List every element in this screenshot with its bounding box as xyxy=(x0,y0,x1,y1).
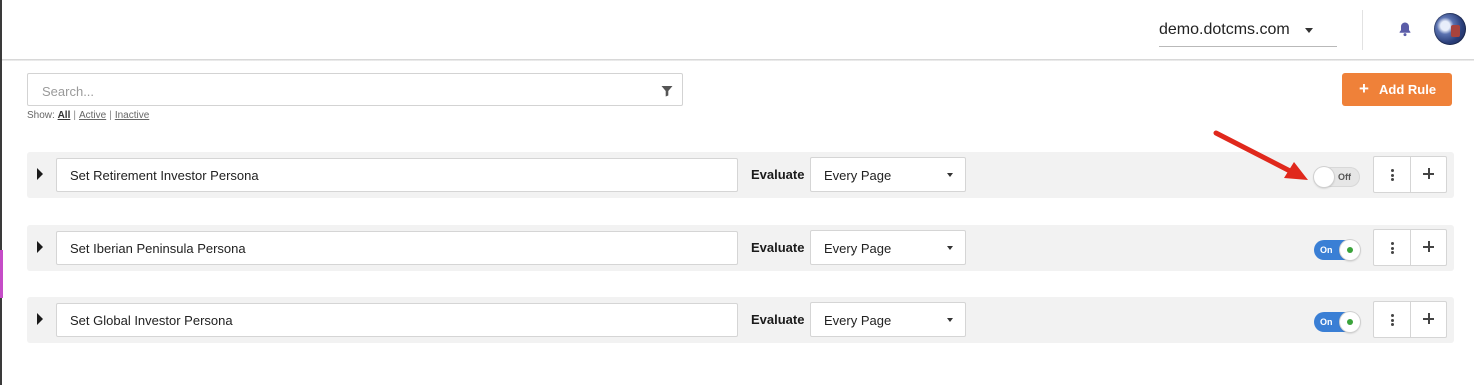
toggle-knob xyxy=(1314,167,1334,187)
evaluate-select[interactable]: Every Page xyxy=(810,302,966,337)
chevron-down-icon xyxy=(947,246,953,250)
bell-icon[interactable] xyxy=(1396,20,1414,38)
site-selector-value: demo.dotcms.com xyxy=(1159,21,1290,38)
rule-actions xyxy=(1373,301,1447,338)
topbar-shadow xyxy=(2,59,1474,61)
evaluate-label: Evaluate xyxy=(751,312,805,327)
evaluate-label: Evaluate xyxy=(751,167,805,182)
chevron-down-icon xyxy=(947,318,953,322)
evaluate-select[interactable]: Every Page xyxy=(810,230,966,265)
rule-name-text: Set Global Investor Persona xyxy=(70,313,233,328)
toggle-knob xyxy=(1340,312,1360,332)
add-condition-icon[interactable] xyxy=(1411,230,1446,265)
expand-arrow-icon[interactable] xyxy=(37,313,43,325)
add-condition-icon[interactable] xyxy=(1411,302,1446,337)
evaluate-label: Evaluate xyxy=(751,240,805,255)
show-filter-row: Show: All | Active | Inactive xyxy=(27,110,150,121)
filter-icon[interactable] xyxy=(661,84,673,97)
toggle-label: Off xyxy=(1338,172,1351,182)
rule-enabled-toggle[interactable]: On xyxy=(1314,312,1360,332)
add-rule-label: Add Rule xyxy=(1379,82,1437,97)
chevron-down-icon xyxy=(1305,28,1313,33)
rule-actions xyxy=(1373,229,1447,266)
expand-arrow-icon[interactable] xyxy=(37,241,43,253)
more-options-icon[interactable] xyxy=(1374,157,1410,192)
evaluate-select-value: Every Page xyxy=(824,241,892,256)
chevron-down-icon xyxy=(947,173,953,177)
filter-active-link[interactable]: Active xyxy=(79,110,106,121)
more-options-icon[interactable] xyxy=(1374,230,1410,265)
search-box xyxy=(27,73,683,106)
evaluate-select-value: Every Page xyxy=(824,313,892,328)
rule-name-input[interactable]: Set Global Investor Persona xyxy=(56,303,738,337)
toggle-label: On xyxy=(1320,317,1333,327)
show-label: Show: xyxy=(27,110,55,121)
site-selector[interactable]: demo.dotcms.com xyxy=(1159,17,1337,47)
expand-arrow-icon[interactable] xyxy=(37,168,43,180)
top-bar: demo.dotcms.com xyxy=(2,0,1474,60)
toggle-label: On xyxy=(1320,245,1333,255)
topbar-divider xyxy=(1362,10,1363,50)
add-condition-icon[interactable] xyxy=(1411,157,1446,192)
evaluate-select-value: Every Page xyxy=(824,168,892,183)
add-rule-button[interactable]: + Add Rule xyxy=(1342,73,1452,106)
rule-enabled-toggle[interactable]: Off xyxy=(1314,167,1360,187)
rule-row: Set Iberian Peninsula Persona Evaluate E… xyxy=(27,225,1454,271)
rule-row: Set Global Investor Persona Evaluate Eve… xyxy=(27,297,1454,343)
plus-icon: + xyxy=(1359,79,1369,98)
rule-name-input[interactable]: Set Iberian Peninsula Persona xyxy=(56,231,738,265)
rule-name-input[interactable]: Set Retirement Investor Persona xyxy=(56,158,738,192)
side-accent-bar xyxy=(0,250,3,298)
evaluate-select[interactable]: Every Page xyxy=(810,157,966,192)
rule-enabled-toggle[interactable]: On xyxy=(1314,240,1360,260)
rule-name-text: Set Iberian Peninsula Persona xyxy=(70,241,246,256)
rule-actions xyxy=(1373,156,1447,193)
rule-row: Set Retirement Investor Persona Evaluate… xyxy=(27,152,1454,198)
rule-name-text: Set Retirement Investor Persona xyxy=(70,168,259,183)
toggle-knob xyxy=(1340,240,1360,260)
search-input[interactable] xyxy=(40,81,644,101)
filter-inactive-link[interactable]: Inactive xyxy=(115,110,149,121)
more-options-icon[interactable] xyxy=(1374,302,1410,337)
filter-all-link[interactable]: All xyxy=(58,110,71,121)
avatar[interactable] xyxy=(1434,13,1466,45)
